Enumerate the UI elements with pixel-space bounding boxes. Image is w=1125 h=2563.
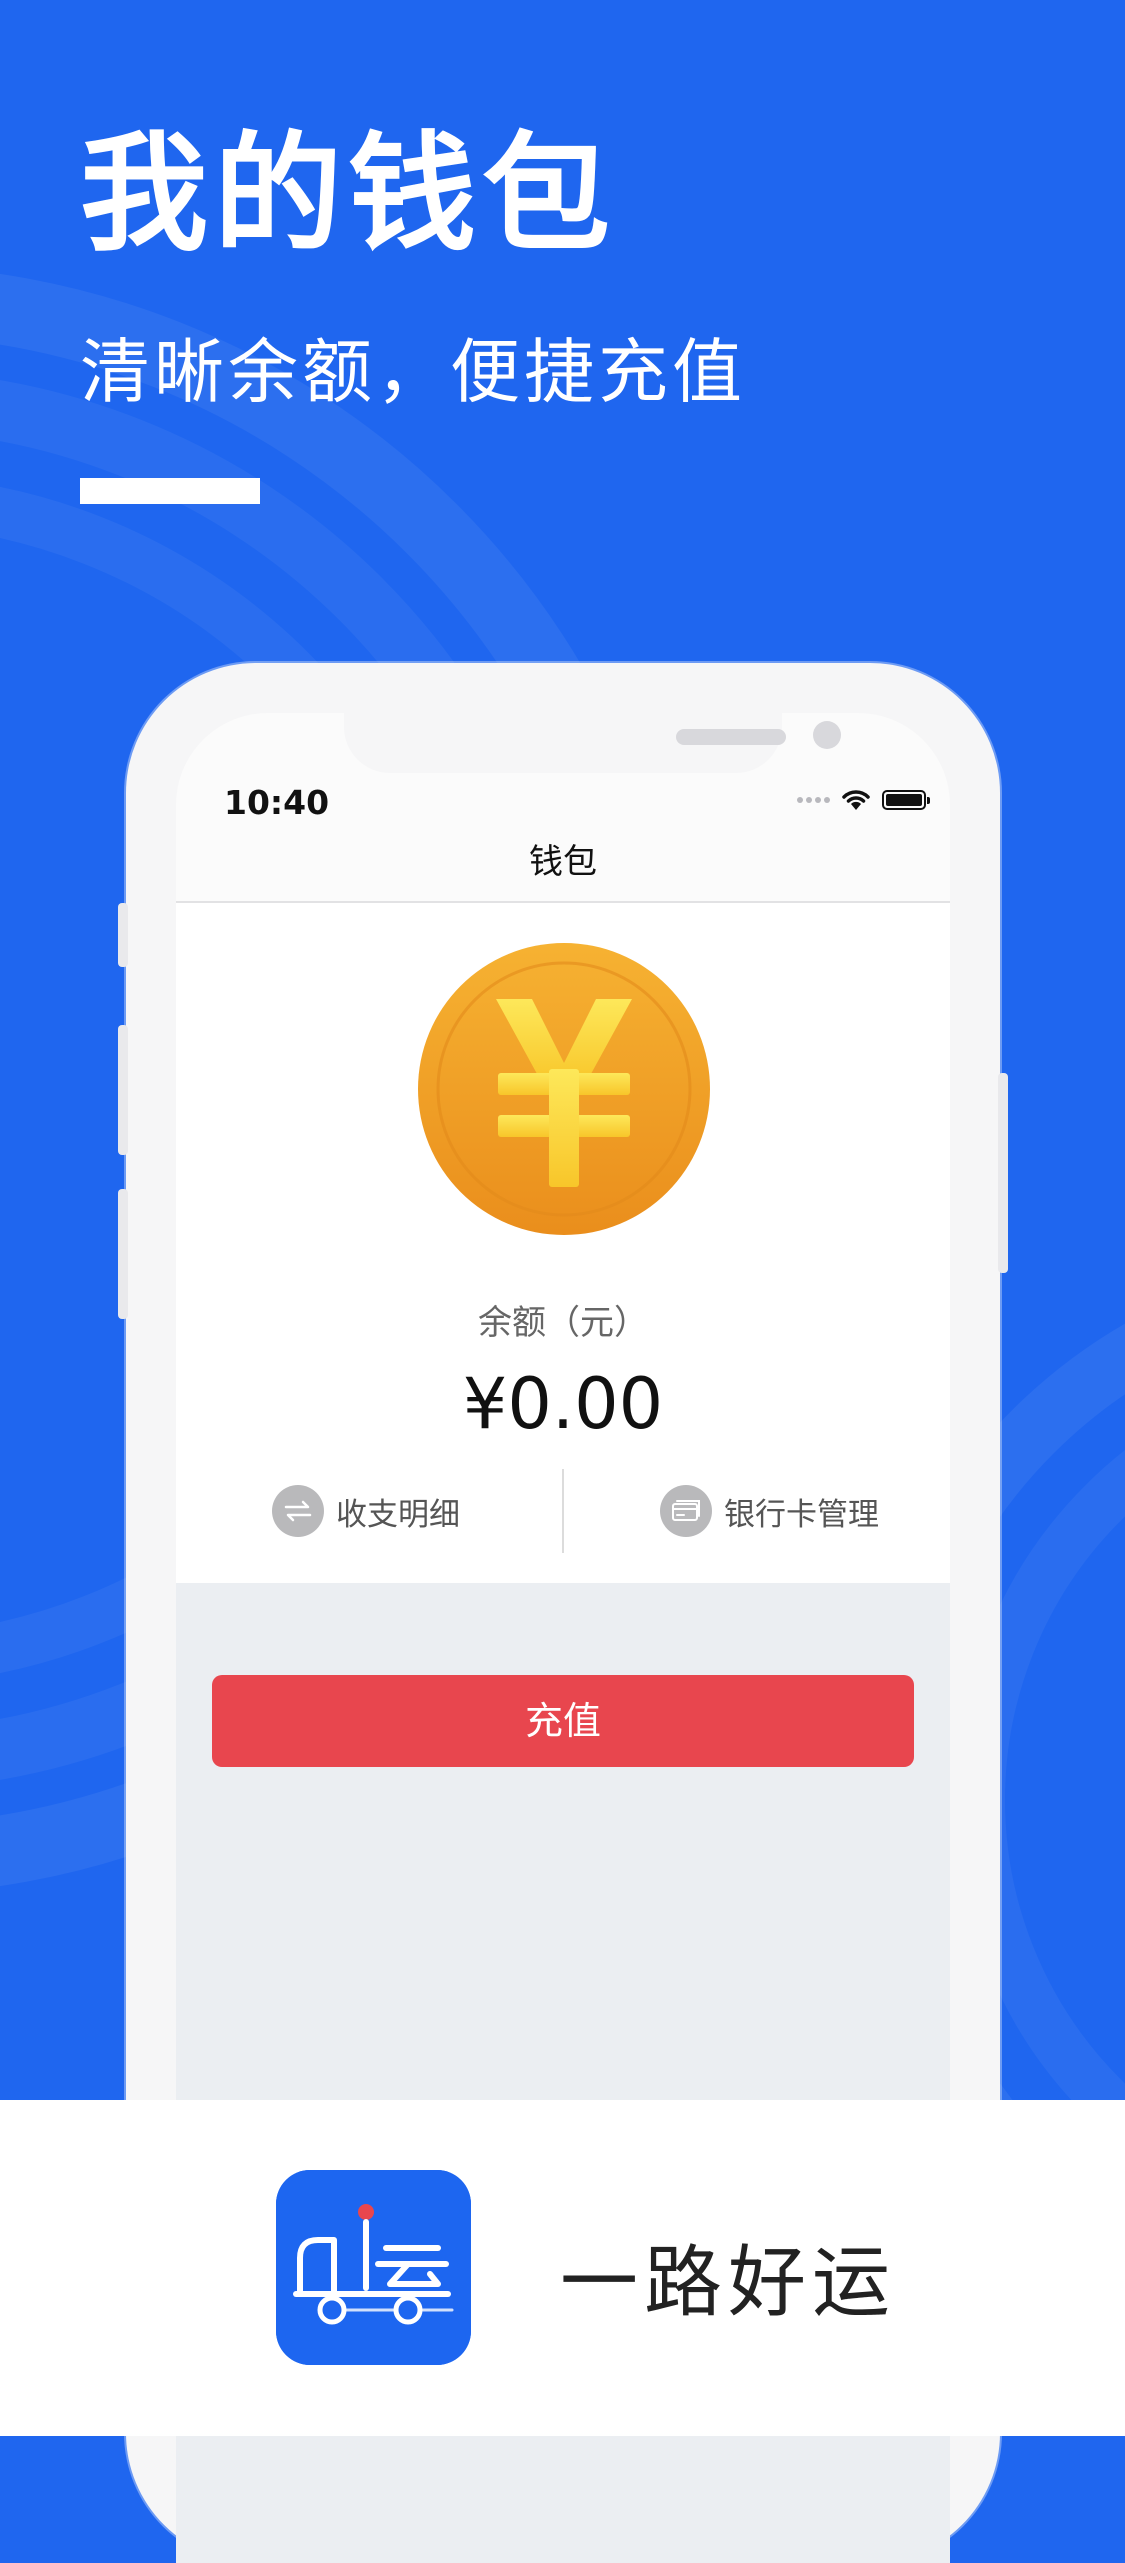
balance-amount: ¥0.00 <box>462 1363 664 1445</box>
recharge-button[interactable]: 充值 <box>212 1675 914 1767</box>
phone-volume-up <box>118 1025 128 1155</box>
hero-underline <box>80 478 260 504</box>
transactions-label: 收支明细 <box>336 1496 460 1533</box>
bank-card-button[interactable]: 银行卡管理 <box>660 1481 879 1541</box>
bank-card-icon <box>660 1485 712 1537</box>
signal-icon <box>797 797 830 803</box>
nav-title: 钱包 <box>529 842 597 882</box>
phone-side-button <box>118 903 128 967</box>
transactions-button[interactable]: 收支明细 <box>272 1481 460 1541</box>
phone-volume-down <box>118 1189 128 1319</box>
wallet-card: 余额（元） ¥0.00 收支明细 银行卡管理 <box>176 903 950 1583</box>
actions-divider <box>562 1469 564 1553</box>
truck-icon <box>276 2170 471 2365</box>
balance-label: 余额（元） <box>478 1303 648 1343</box>
wifi-icon <box>842 790 870 810</box>
battery-icon <box>882 790 930 810</box>
status-time: 10:40 <box>224 783 330 822</box>
front-camera <box>813 721 841 749</box>
hero-subtitle: 清晰余额，便捷充值 <box>80 331 746 413</box>
transfer-icon <box>272 1485 324 1537</box>
app-name: 一路好运 <box>560 2238 897 2328</box>
speaker-grille <box>676 729 786 745</box>
bottom-banner: 一路好运 <box>0 2100 1125 2436</box>
phone-power-button <box>998 1073 1008 1273</box>
bank-card-label: 银行卡管理 <box>724 1496 879 1533</box>
hero-title: 我的钱包 <box>80 120 617 269</box>
yuan-coin-icon <box>418 943 710 1235</box>
status-indicators <box>797 785 930 815</box>
app-icon <box>276 2170 471 2365</box>
notch <box>344 713 841 773</box>
